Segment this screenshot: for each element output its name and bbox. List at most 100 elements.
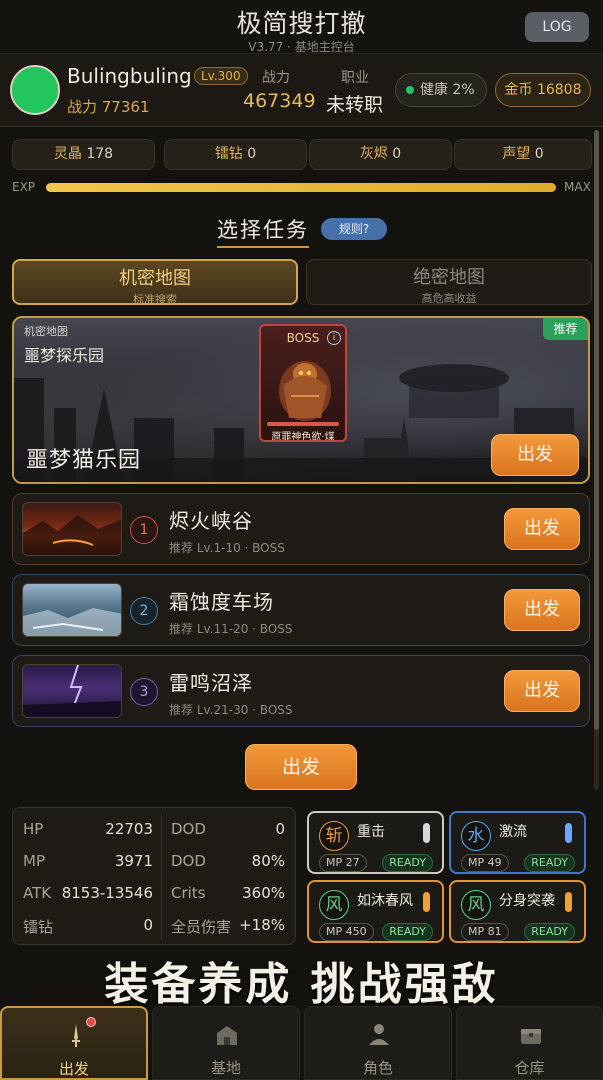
- skill-name: 分身突袭: [499, 893, 555, 909]
- skill-status: READY: [382, 854, 433, 872]
- stage-go-button[interactable]: 出发: [504, 508, 580, 550]
- avatar[interactable]: [10, 65, 60, 115]
- stat-label: ATK: [23, 884, 52, 902]
- skill-name: 重击: [357, 824, 385, 840]
- featured-map-category: 机密地图: [24, 325, 68, 338]
- resource-value: 178: [86, 146, 114, 162]
- skill-card[interactable]: 水 激流 MP 49 READY: [449, 811, 586, 874]
- resource-value: 0: [534, 146, 544, 162]
- resource-chip[interactable]: 声望 0: [454, 139, 592, 170]
- stat-label: Crits: [171, 884, 206, 902]
- stage-thumbnail: [22, 502, 122, 556]
- log-button[interactable]: LOG: [525, 12, 589, 42]
- rules-button[interactable]: 规则?: [321, 218, 387, 240]
- health-pill[interactable]: 健康 2%: [395, 73, 487, 107]
- exp-label: EXP: [12, 180, 36, 194]
- boss-portrait: [279, 361, 331, 421]
- skill-card[interactable]: 风 分身突袭 MP 81 READY: [449, 880, 586, 943]
- boss-card[interactable]: BOSS i 原罪神色欲·煤: [259, 324, 347, 442]
- power-value: 467349: [243, 90, 316, 112]
- resource-chip[interactable]: 灰烬 0: [309, 139, 452, 170]
- skill-card[interactable]: 风 如沐春风 MP 450 READY: [307, 880, 444, 943]
- stage-number: 2: [130, 597, 158, 625]
- stage-recommend: 推荐 Lv.1-10 · BOSS: [169, 541, 285, 555]
- stat-value: +18%: [239, 916, 285, 934]
- scrollbar[interactable]: [594, 130, 599, 790]
- nav-item-depart[interactable]: 出发: [0, 1006, 148, 1080]
- recommend-badge: 推荐: [543, 318, 588, 340]
- tab-title: 绝密地图: [413, 267, 485, 288]
- stat-label: HP: [23, 820, 44, 838]
- stat-value: 360%: [242, 884, 285, 902]
- app-title: 极简搜打撤: [236, 9, 367, 38]
- resource-chip[interactable]: 灵晶 178: [12, 139, 155, 170]
- skill-icon: 风: [319, 890, 349, 920]
- resource-value: 0: [392, 146, 402, 162]
- stat-label: 镭钻: [23, 918, 54, 936]
- skill-status: READY: [524, 854, 575, 872]
- top-bar: 极简搜打撤 V3.77 · 基地主控台 LOG: [0, 0, 603, 54]
- stage-name: 雷鸣沼泽: [169, 671, 253, 695]
- tab-confidential-map[interactable]: 机密地图 标准搜索: [12, 259, 298, 306]
- stage-row[interactable]: 1 烬火峡谷 推荐 Lv.1-10 · BOSS 出发: [12, 493, 590, 565]
- exp-bar-fill: [46, 183, 556, 192]
- stage-name: 霜蚀度车场: [169, 590, 274, 614]
- health-dot-icon: [406, 86, 414, 94]
- stage-go-button[interactable]: 出发: [504, 589, 580, 631]
- stage-recommend: 推荐 Lv.11-20 · BOSS: [169, 622, 293, 636]
- skill-status: READY: [382, 923, 433, 941]
- chest-icon: [521, 1029, 541, 1044]
- nav-label: 出发: [58, 1060, 89, 1078]
- separator-dot: ·: [287, 40, 295, 54]
- featured-go-button[interactable]: 出发: [491, 434, 579, 476]
- resource-row: 灵晶 178 镭钻 0 灰烬 0 声望 0: [12, 139, 592, 171]
- level-badge: Lv.300: [194, 67, 248, 85]
- stat-value: 80%: [251, 852, 285, 870]
- skill-name: 如沐春风: [357, 893, 413, 909]
- stage-row[interactable]: 2 霜蚀度车场 推荐 Lv.11-20 · BOSS 出发: [12, 574, 590, 646]
- player-name: Bulingbuling: [67, 64, 192, 88]
- featured-map-card[interactable]: 机密地图 噩梦探乐园 推荐 BOSS i 原罪神色欲·煤 噩梦猫乐园 出发: [12, 316, 590, 484]
- exp-bar: [46, 183, 556, 192]
- tab-top-secret-map[interactable]: 绝密地图 高危高收益: [306, 259, 592, 305]
- stage-row[interactable]: 3 雷鸣沼泽 推荐 Lv.21-30 · BOSS 出发: [12, 655, 590, 727]
- nav-item-character[interactable]: 角色: [304, 1006, 452, 1080]
- nav-label: 基地: [210, 1059, 241, 1077]
- stat-value: 0: [143, 916, 153, 934]
- stat-label: 全员伤害: [171, 918, 232, 936]
- stage-recommend: 推荐 Lv.21-30 · BOSS: [169, 703, 293, 717]
- skill-gem-icon: [565, 823, 572, 843]
- resource-chip[interactable]: 镭钻 0: [164, 139, 307, 170]
- stage-name: 烬火峡谷: [169, 509, 253, 533]
- resource-name: 灵晶: [53, 146, 82, 162]
- app-subtitle: V3.77 · 基地主控台: [0, 38, 603, 55]
- scrollbar-thumb[interactable]: [594, 130, 599, 730]
- resource-name: 灰烬: [359, 146, 388, 162]
- combat-stats-panel: HP 22703 DOD 0 MP 3971 DOD 80% ATK 8153-…: [12, 807, 296, 945]
- player-bar: Bulingbuling Lv.300 战力 77361 战力 467349 职…: [0, 55, 603, 127]
- stat-label: DOD: [171, 820, 206, 838]
- skill-gem-icon: [423, 892, 430, 912]
- task-title: 选择任务: [217, 214, 309, 248]
- main-go-button[interactable]: 出发: [245, 744, 357, 790]
- stage-go-button[interactable]: 出发: [504, 670, 580, 712]
- stat-value: 22703: [105, 820, 153, 838]
- resource-name: 声望: [502, 146, 531, 162]
- player-power: 战力 77361: [67, 98, 150, 116]
- stage-number: 3: [130, 678, 158, 706]
- job-label: 职业: [341, 70, 369, 86]
- info-icon[interactable]: i: [327, 331, 341, 345]
- skill-mp: MP 450: [319, 923, 374, 941]
- skill-status: READY: [524, 923, 575, 941]
- health-text: 健康 2%: [420, 82, 475, 98]
- nav-item-warehouse[interactable]: 仓库: [456, 1006, 603, 1080]
- base-icon: [217, 1026, 237, 1045]
- tab-subtitle: 标准搜索: [133, 293, 177, 306]
- stat-value: 8153-13546: [61, 884, 153, 902]
- skill-card[interactable]: 斩 重击 MP 27 READY: [307, 811, 444, 874]
- skill-mp: MP 49: [461, 854, 509, 872]
- notification-dot: [86, 1017, 96, 1027]
- nav-item-base[interactable]: 基地: [152, 1006, 300, 1080]
- gold-pill[interactable]: 金币 16808: [495, 73, 591, 107]
- featured-map-title: 噩梦猫乐园: [26, 448, 142, 473]
